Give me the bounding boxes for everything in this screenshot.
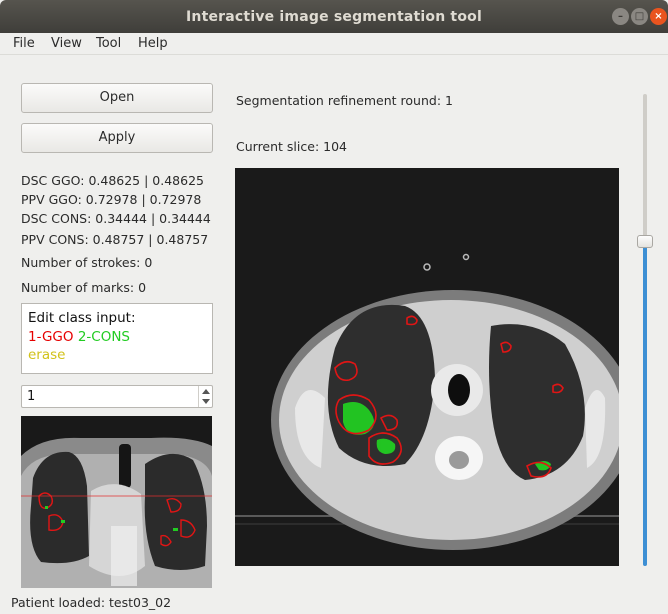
spin-up-icon[interactable]: [202, 389, 210, 394]
class-input-header: Edit class input:: [28, 310, 136, 326]
window-title: Interactive image segmentation tool: [186, 9, 482, 25]
patient-status: Patient loaded: test03_02: [11, 595, 172, 610]
menu-bar: File View Tool Help: [0, 33, 668, 55]
menu-tool[interactable]: Tool: [96, 36, 121, 51]
open-button[interactable]: Open: [21, 83, 213, 113]
slice-slider-fill: [643, 244, 647, 566]
stroke-count-label: Number of strokes: 0: [21, 255, 153, 270]
apply-button[interactable]: Apply: [21, 123, 213, 153]
erase-label: erase: [28, 347, 66, 363]
current-slice-label: Current slice: 104: [236, 139, 347, 154]
title-bar: Interactive image segmentation tool – □ …: [0, 0, 668, 33]
class-cons-label: 2-CONS: [77, 329, 130, 345]
minimize-button[interactable]: –: [612, 8, 629, 25]
maximize-button[interactable]: □: [631, 8, 648, 25]
spinbox-value[interactable]: 1: [27, 389, 35, 404]
axial-slice-image[interactable]: [235, 168, 619, 566]
coronal-view-image[interactable]: [21, 416, 212, 588]
spin-down-icon[interactable]: [202, 399, 210, 404]
ppv-cons-label: PPV CONS: 0.48757 | 0.48757: [21, 232, 209, 247]
slice-slider-handle[interactable]: [637, 235, 653, 248]
class-ggo-label: 1-GGO: [28, 329, 74, 345]
menu-file[interactable]: File: [13, 36, 35, 51]
ppv-ggo-label: PPV GGO: 0.72978 | 0.72978: [21, 192, 202, 207]
menu-view[interactable]: View: [51, 36, 82, 51]
dsc-ggo-label: DSC GGO: 0.48625 | 0.48625: [21, 173, 204, 188]
class-spinbox[interactable]: 1: [21, 385, 213, 408]
mark-count-label: Number of marks: 0: [21, 280, 147, 295]
class-input-box[interactable]: Edit class input: 1-GGO 2-CONS erase: [21, 303, 213, 374]
refinement-round-label: Segmentation refinement round: 1: [236, 93, 453, 108]
close-button[interactable]: ×: [650, 8, 667, 25]
menu-help[interactable]: Help: [138, 36, 168, 51]
dsc-cons-label: DSC CONS: 0.34444 | 0.34444: [21, 211, 211, 226]
